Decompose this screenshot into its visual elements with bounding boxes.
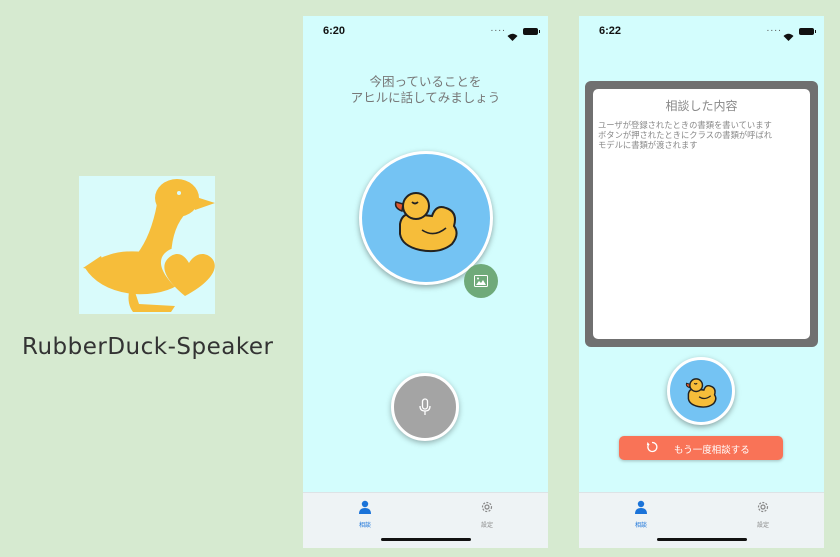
person-icon [359, 500, 371, 514]
status-bar: 6:22 .... [579, 16, 824, 46]
home-screen: 6:20 .... 今困っていることを アヒルに話してみましょう 相談 設定 [303, 16, 548, 548]
wifi-icon [783, 26, 794, 45]
prompt-line-2: アヒルに話してみましょう [350, 90, 501, 105]
battery-icon [523, 28, 540, 35]
photo-button[interactable] [464, 264, 498, 298]
card-line: モデルに書類が渡されます [598, 140, 698, 150]
mic-button[interactable] [391, 373, 459, 441]
card-line: ボタンが押されたときにクラスの書類が呼ばれ [598, 130, 773, 140]
consult-again-button[interactable]: もう一度相談する [619, 436, 783, 460]
duck-heart-logo-icon [83, 179, 215, 312]
card-body: ユーザが登録されたときの書類を書いています ボタンが押されたときにクラスの書類が… [598, 120, 805, 150]
mic-icon [419, 398, 431, 415]
card-line: ユーザが登録されたときの書類を書いています [598, 120, 772, 130]
app-name: RubberDuck-Speaker [22, 334, 274, 360]
consult-card-inner: 相談した内容 ユーザが登録されたときの書類を書いています ボタンが押されたときに… [593, 89, 810, 339]
person-icon [635, 500, 647, 514]
duck-avatar [667, 357, 735, 425]
tab-consult[interactable]: 相談 [335, 499, 395, 529]
tab-consult[interactable]: 相談 [611, 499, 671, 529]
status-bar: 6:20 .... [303, 16, 548, 46]
tab-label: 相談 [634, 522, 647, 529]
rubber-duck-icon [685, 378, 717, 408]
status-time: 6:22 [599, 25, 622, 37]
refresh-icon [646, 441, 658, 453]
home-indicator [657, 538, 747, 541]
consult-again-label: もう一度相談する [674, 445, 750, 456]
result-screen: 6:22 .... 相談した内容 ユーザが登録されたときの書類を書いています ボ… [579, 16, 824, 548]
home-indicator [381, 538, 471, 541]
signal-icon: .... [766, 24, 782, 34]
battery-icon [799, 28, 816, 35]
tab-bar: 相談 設定 [579, 492, 824, 548]
prompt-line-1: 今困っていることを [369, 74, 482, 89]
tab-settings[interactable]: 設定 [733, 499, 793, 529]
gear-icon [481, 501, 493, 513]
tab-label: 設定 [480, 522, 493, 529]
gear-icon [757, 501, 769, 513]
rubber-duck-icon [394, 192, 458, 253]
status-time: 6:20 [323, 25, 346, 37]
signal-icon: .... [490, 24, 506, 34]
wifi-icon [507, 26, 518, 45]
consult-card: 相談した内容 ユーザが登録されたときの書類を書いています ボタンが押されたときに… [585, 81, 818, 347]
prompt-text: 今困っていることを アヒルに話してみましょう [303, 74, 548, 106]
tab-bar: 相談 設定 [303, 492, 548, 548]
tab-label: 設定 [756, 522, 769, 529]
tab-settings[interactable]: 設定 [457, 499, 517, 529]
image-icon [474, 275, 488, 287]
card-title: 相談した内容 [665, 99, 738, 113]
app-icon [79, 176, 215, 314]
tab-label: 相談 [358, 522, 371, 529]
